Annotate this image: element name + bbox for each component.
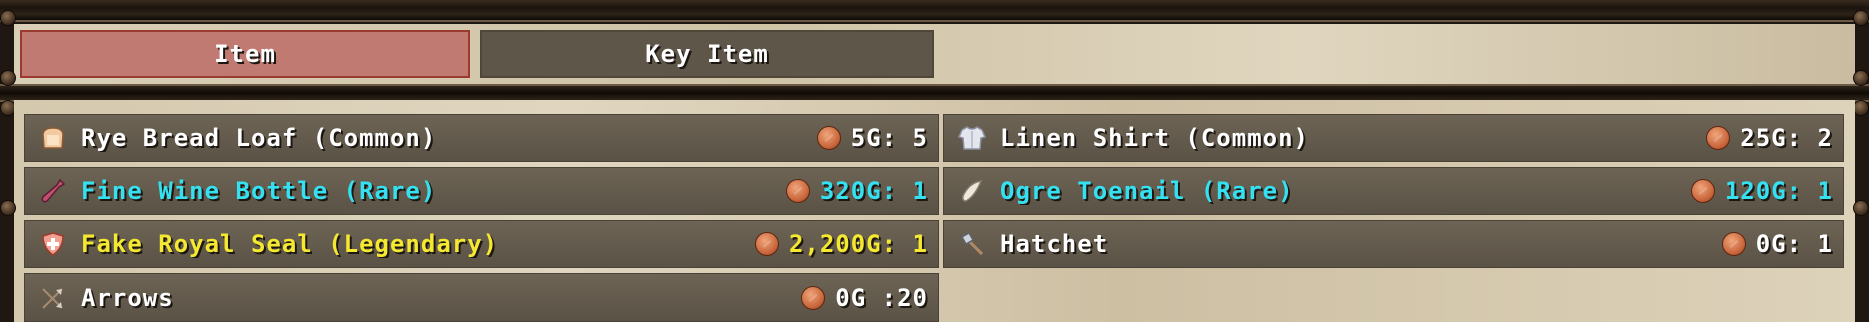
rivet	[1853, 200, 1869, 216]
item-price-qty: 0G :20	[835, 284, 928, 312]
item-slot-fine-wine[interactable]: Fine Wine Bottle (Rare) 320G: 1	[24, 167, 939, 215]
item-slot-ogre-toenail[interactable]: Ogre Toenail (Rare) 120G: 1	[943, 167, 1844, 215]
item-price-qty: 5G: 5	[851, 124, 928, 152]
item-qty: 20	[897, 283, 928, 312]
item-price: 0G	[835, 283, 867, 312]
item-name: Fine Wine Bottle (Rare)	[81, 177, 437, 205]
tab-item-label: Item	[214, 40, 276, 68]
item-qty: 5	[912, 124, 928, 152]
item-slot-arrows[interactable]: Arrows 0G :20	[24, 273, 939, 322]
price-separator: :	[1786, 124, 1818, 152]
item-name: Rye Bread Loaf (Common)	[81, 124, 437, 152]
item-price: 2,200G	[788, 230, 882, 258]
coin-icon	[785, 179, 810, 203]
item-price: 25G	[1740, 124, 1787, 152]
coin-icon	[1690, 179, 1715, 203]
tab-bar: Item Key Item	[14, 24, 1855, 84]
item-slot-linen-shirt[interactable]: Linen Shirt (Common) 25G: 2	[943, 114, 1844, 162]
item-qty: 1	[1817, 177, 1833, 205]
tab-item[interactable]: Item	[20, 30, 470, 78]
item-qty: 1	[912, 230, 928, 258]
hatchet-icon	[958, 230, 986, 258]
item-price-qty: 120G: 1	[1725, 177, 1833, 205]
item-qty: 1	[1817, 230, 1833, 258]
item-price-qty: 320G: 1	[820, 177, 928, 205]
wine-bottle-icon	[39, 177, 67, 205]
price-separator: :	[1786, 230, 1818, 258]
item-price-qty: 0G: 1	[1756, 230, 1833, 258]
item-name: Fake Royal Seal (Legendary)	[81, 230, 499, 258]
shield-icon	[39, 230, 67, 258]
item-price: 120G	[1724, 177, 1787, 205]
bread-icon	[39, 124, 67, 152]
price-separator: :	[881, 230, 913, 258]
item-price-qty: 2,200G: 1	[789, 230, 928, 258]
coin-icon	[801, 285, 826, 310]
item-qty: 2	[1817, 124, 1833, 152]
rivet	[1853, 10, 1869, 26]
rivet	[1853, 70, 1869, 86]
item-name: Ogre Toenail (Rare)	[1000, 177, 1294, 205]
rivet	[1853, 100, 1869, 116]
arrows-icon	[39, 284, 67, 312]
item-name: Linen Shirt (Common)	[1000, 124, 1309, 152]
item-price: 0G	[1755, 230, 1787, 258]
item-price-qty: 25G: 2	[1740, 124, 1833, 152]
rivet	[0, 200, 16, 216]
tab-key-item[interactable]: Key Item	[480, 30, 934, 78]
price-separator: :	[881, 177, 913, 205]
coin-icon	[816, 126, 841, 150]
toenail-icon	[958, 177, 986, 205]
item-qty: 1	[912, 177, 928, 205]
item-price: 5G	[850, 124, 882, 152]
coin-icon	[1721, 232, 1746, 256]
coin-icon	[1706, 126, 1731, 150]
rivet	[0, 70, 16, 86]
item-price: 320G	[819, 177, 882, 205]
item-name: Arrows	[81, 283, 174, 312]
price-separator: :	[881, 124, 913, 152]
item-slot-rye-bread[interactable]: Rye Bread Loaf (Common) 5G: 5	[24, 114, 939, 162]
item-slot-fake-royal-seal[interactable]: Fake Royal Seal (Legendary) 2,200G: 1	[24, 220, 939, 268]
top-frame	[0, 0, 1869, 22]
item-slot-hatchet[interactable]: Hatchet 0G: 1	[943, 220, 1844, 268]
price-separator: :	[1786, 177, 1818, 205]
coin-icon	[754, 232, 779, 256]
item-name: Hatchet	[1000, 230, 1109, 258]
tab-key-item-label: Key Item	[645, 40, 769, 68]
price-separator: :	[866, 283, 898, 312]
item-list: Rye Bread Loaf (Common) 5G: 5 Linen Shir…	[14, 100, 1855, 322]
shirt-icon	[958, 124, 986, 152]
